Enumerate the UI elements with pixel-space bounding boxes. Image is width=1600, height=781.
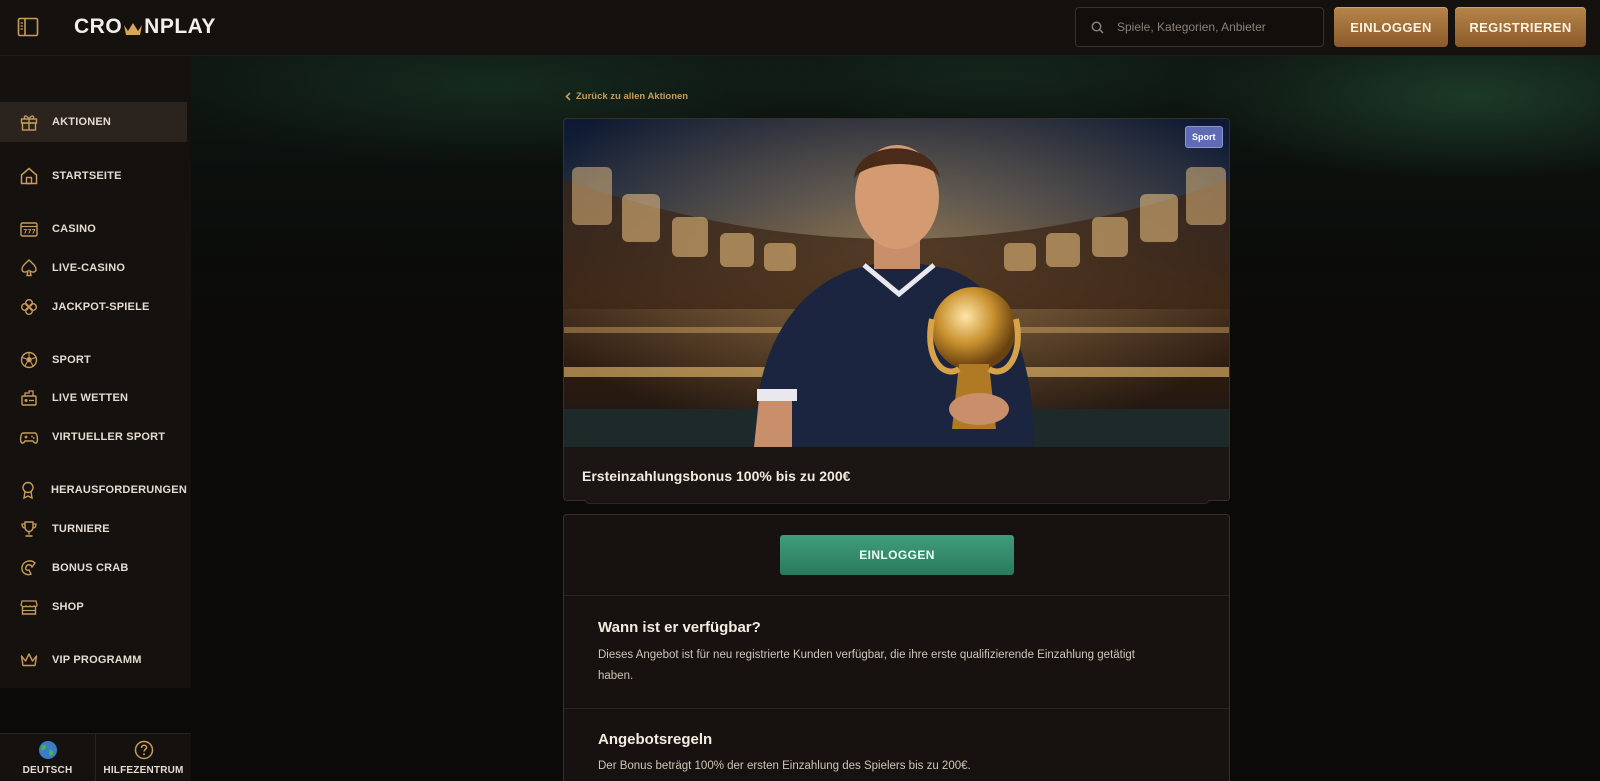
cta-login-button[interactable]: EINLOGGEN bbox=[780, 535, 1014, 575]
sidebar-item-label: STARTSEITE bbox=[52, 170, 122, 182]
medal-icon bbox=[18, 479, 39, 501]
sidebar-toggle-icon[interactable] bbox=[17, 17, 39, 37]
sport-category-badge: Sport bbox=[1185, 126, 1223, 148]
offer-rules-text: Der Bonus beträgt 100% der ersten Einzah… bbox=[598, 760, 971, 772]
sidebar-item-turniere[interactable]: TURNIERE bbox=[0, 509, 187, 549]
sidebar-item-label: JACKPOT-SPIELE bbox=[52, 301, 150, 313]
register-button[interactable]: REGISTRIEREN bbox=[1455, 7, 1586, 47]
sidebar-item-sport[interactable]: SPORT bbox=[0, 340, 187, 380]
crown-icon bbox=[18, 649, 40, 671]
sidebar-item-startseite[interactable]: STARTSEITE bbox=[0, 156, 187, 196]
sidebar-item-aktionen[interactable]: AKTIONEN bbox=[0, 102, 187, 142]
clover-icon bbox=[18, 296, 40, 318]
logo-text-left: CRO bbox=[74, 15, 123, 38]
back-to-promotions-link[interactable]: Zurück zu allen Aktionen bbox=[565, 91, 688, 102]
offer-rules-heading: Angebotsregeln bbox=[598, 731, 713, 748]
sidebar-item-label: LIVE-CASINO bbox=[52, 262, 126, 274]
help-center-button[interactable]: HILFEZENTRUM bbox=[96, 734, 191, 781]
promotion-title: Ersteinzahlungsbonus 100% bis zu 200€ bbox=[582, 467, 851, 484]
spade-icon bbox=[18, 257, 40, 279]
search-icon bbox=[1091, 21, 1104, 34]
section-divider bbox=[564, 708, 1229, 709]
logo-crown-icon bbox=[123, 19, 143, 35]
chevron-left-icon bbox=[565, 92, 571, 101]
sidebar-item-label: AKTIONEN bbox=[52, 116, 112, 128]
stadium-player-illustration bbox=[564, 119, 1229, 447]
sidebar-item-shop[interactable]: SHOP bbox=[0, 587, 187, 627]
sidebar-item-label: VIP PROGRAMM bbox=[52, 654, 142, 666]
promotion-title-bar: Ersteinzahlungsbonus 100% bis zu 200€ bbox=[564, 449, 1229, 500]
home-icon bbox=[18, 165, 40, 187]
globe-icon bbox=[38, 740, 57, 759]
sidebar-item-live-wetten[interactable]: LIVE WETTEN bbox=[0, 378, 187, 418]
language-button[interactable]: DEUTSCH bbox=[0, 734, 96, 781]
sidebar-item-vip-programm[interactable]: VIP PROGRAMM bbox=[0, 640, 187, 680]
sidebar: AKTIONEN STARTSEITE 777 CASINO LIVE-CASI… bbox=[0, 56, 191, 688]
gamepad-icon bbox=[18, 426, 40, 448]
sidebar-item-label: BONUS CRAB bbox=[52, 562, 129, 574]
sidebar-item-label: HERAUSFORDERUNGEN bbox=[50, 484, 187, 496]
availability-text-line-1: Dieses Angebot ist für neu registrierte … bbox=[598, 649, 1135, 661]
login-button[interactable]: EINLOGGEN bbox=[1334, 7, 1448, 47]
section-divider bbox=[564, 595, 1229, 596]
top-bar: CRO NPLAY EINLOGGEN REGISTRIEREN bbox=[0, 0, 1600, 56]
help-center-label: HILFEZENTRUM bbox=[103, 764, 184, 776]
sidebar-item-label: VIRTUELLER SPORT bbox=[52, 431, 166, 443]
promotion-hero-image: Sport bbox=[564, 119, 1229, 447]
shop-icon bbox=[18, 596, 40, 618]
sidebar-item-bonus-crab[interactable]: BONUS CRAB bbox=[0, 548, 187, 588]
sidebar-item-label: TURNIERE bbox=[52, 523, 110, 535]
promotion-card: Sport Ersteinzahlungsbonus 100% bis zu 2… bbox=[563, 118, 1230, 501]
availability-heading: Wann ist er verfügbar? bbox=[598, 619, 761, 636]
sidebar-item-herausforderungen[interactable]: HERAUSFORDERUNGEN bbox=[0, 470, 187, 510]
sidebar-footer: DEUTSCH HILFEZENTRUM bbox=[0, 733, 191, 781]
sidebar-item-label: SHOP bbox=[52, 601, 84, 613]
card-stack-edge bbox=[585, 500, 1209, 504]
search-input[interactable] bbox=[1117, 20, 1307, 34]
slot-machine-icon: 777 bbox=[18, 218, 40, 240]
logo-text-right: NPLAY bbox=[144, 15, 216, 38]
svg-text:777: 777 bbox=[23, 229, 36, 236]
search-box[interactable] bbox=[1075, 7, 1324, 47]
gift-icon bbox=[18, 111, 40, 133]
language-label: DEUTSCH bbox=[22, 764, 73, 776]
crownplay-logo[interactable]: CRO NPLAY bbox=[74, 15, 216, 39]
sidebar-item-jackpot-spiele[interactable]: JACKPOT-SPIELE bbox=[0, 287, 187, 327]
back-link-label: Zurück zu allen Aktionen bbox=[576, 91, 689, 102]
sidebar-item-casino[interactable]: 777 CASINO bbox=[0, 209, 187, 249]
sidebar-item-live-casino[interactable]: LIVE-CASINO bbox=[0, 248, 187, 288]
sidebar-item-label: LIVE WETTEN bbox=[52, 392, 129, 404]
help-icon bbox=[134, 740, 153, 759]
sidebar-item-label: SPORT bbox=[52, 354, 91, 366]
crab-claw-icon bbox=[18, 557, 40, 579]
live-betting-icon bbox=[18, 387, 40, 409]
sidebar-item-virtueller-sport[interactable]: VIRTUELLER SPORT bbox=[0, 417, 187, 457]
trophy-icon bbox=[18, 518, 40, 540]
sidebar-item-label: CASINO bbox=[52, 223, 96, 235]
promotion-details-card: EINLOGGEN Wann ist er verfügbar? Dieses … bbox=[563, 514, 1230, 781]
availability-text-line-2: haben. bbox=[598, 670, 634, 682]
soccer-ball-icon bbox=[18, 349, 40, 371]
